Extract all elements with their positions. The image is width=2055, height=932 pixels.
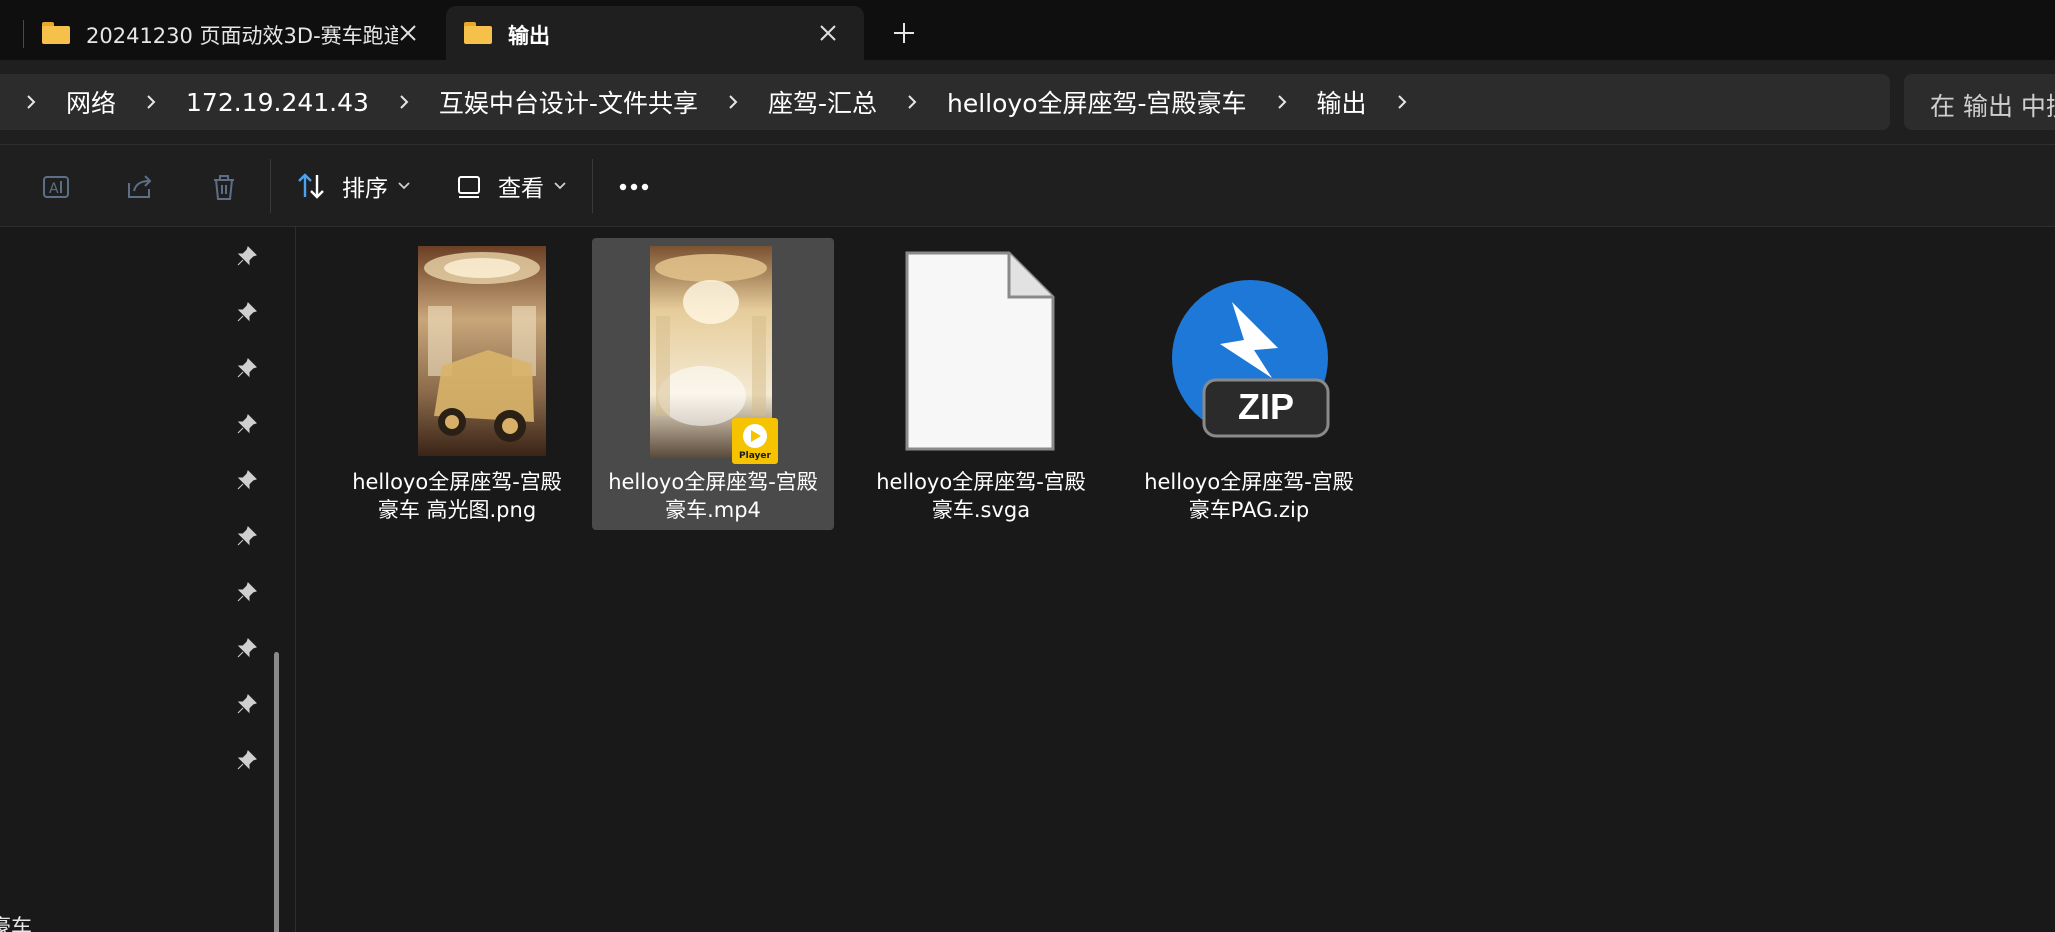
chevron-right-icon[interactable] bbox=[20, 94, 42, 110]
search-placeholder: 在 输出 中搜索 bbox=[1930, 92, 2055, 121]
tab-separator bbox=[23, 20, 24, 48]
pin-icon[interactable] bbox=[236, 357, 258, 379]
address-row: 网络 172.19.241.43 互娱中台设计-文件共享 座驾-汇总 hello… bbox=[0, 60, 2055, 145]
file-name: helloyo全屏座驾-宫殿 豪车 高光图.png bbox=[336, 468, 578, 524]
sort-button[interactable]: 排序 bbox=[296, 161, 410, 211]
tab-title: 输出 bbox=[508, 24, 550, 48]
breadcrumb-item[interactable]: 互娱中台设计-文件共享 bbox=[415, 84, 722, 120]
chevron-right-icon[interactable] bbox=[393, 94, 415, 110]
folder-icon bbox=[464, 22, 492, 44]
breadcrumb[interactable]: 网络 172.19.241.43 互娱中台设计-文件共享 座驾-汇总 hello… bbox=[0, 74, 1890, 130]
zip-archive-icon: ZIP bbox=[1168, 278, 1330, 442]
view-label: 查看 bbox=[498, 176, 544, 202]
chevron-down-icon bbox=[398, 182, 410, 190]
player-badge-icon: Player bbox=[732, 418, 778, 464]
pin-icon[interactable] bbox=[236, 581, 258, 603]
breadcrumb-item[interactable]: 172.19.241.43 bbox=[162, 88, 393, 117]
file-name-line: helloyo全屏座驾-宫殿 bbox=[1144, 470, 1354, 494]
file-name-line: 豪车.svga bbox=[931, 498, 1031, 522]
svg-text:A: A bbox=[49, 181, 59, 197]
breadcrumb-item[interactable]: 网络 bbox=[42, 84, 140, 120]
tab-strip: 20241230 页面动效3D-赛车跑道 输出 bbox=[0, 0, 2055, 60]
tab-output[interactable]: 输出 bbox=[446, 6, 864, 60]
pin-icon[interactable] bbox=[236, 469, 258, 491]
chevron-right-icon[interactable] bbox=[1391, 94, 1413, 110]
sort-label: 排序 bbox=[342, 176, 388, 202]
pin-icon[interactable] bbox=[236, 245, 258, 267]
file-name-line: helloyo全屏座驾-宫殿 bbox=[608, 470, 818, 494]
file-name-line: helloyo全屏座驾-宫殿 bbox=[352, 470, 562, 494]
view-button[interactable]: 查看 bbox=[454, 161, 566, 211]
toolbar-separator bbox=[270, 159, 271, 213]
pin-icon[interactable] bbox=[236, 693, 258, 715]
navigation-pane: 豪车 bbox=[0, 227, 296, 932]
file-list: helloyo全屏座驾-宫殿 豪车 高光图.png Player helloyo… bbox=[297, 227, 2055, 932]
pin-icon[interactable] bbox=[236, 525, 258, 547]
close-icon[interactable] bbox=[392, 17, 424, 49]
folder-icon bbox=[42, 22, 70, 44]
plus-icon bbox=[894, 23, 914, 43]
file-name-line: 豪车PAG.zip bbox=[1188, 498, 1310, 522]
chevron-right-icon[interactable] bbox=[140, 94, 162, 110]
chevron-right-icon[interactable] bbox=[901, 94, 923, 110]
breadcrumb-item[interactable]: 座驾-汇总 bbox=[744, 84, 901, 120]
pin-icon[interactable] bbox=[236, 301, 258, 323]
file-item-png[interactable]: helloyo全屏座驾-宫殿 豪车 高光图.png bbox=[336, 238, 578, 530]
more-icon[interactable] bbox=[614, 167, 654, 207]
tab-title: 20241230 页面动效3D-赛车跑道 bbox=[86, 24, 398, 48]
file-item-svga[interactable]: helloyo全屏座驾-宫殿 豪车.svga bbox=[860, 238, 1102, 530]
command-bar: A 排序 查看 bbox=[0, 145, 2055, 227]
file-name-line: 豪车.mp4 bbox=[665, 498, 761, 522]
nav-item-label[interactable]: 豪车 bbox=[0, 911, 32, 932]
nav-scrollbar[interactable] bbox=[274, 652, 279, 932]
file-name: helloyo全屏座驾-宫殿 豪车PAG.zip bbox=[1128, 468, 1370, 524]
view-icon bbox=[458, 176, 480, 198]
toolbar-separator bbox=[592, 159, 593, 213]
tab-20241230[interactable]: 20241230 页面动效3D-赛车跑道 bbox=[23, 6, 440, 60]
file-item-mp4[interactable]: Player helloyo全屏座驾-宫殿 豪车.mp4 bbox=[592, 238, 834, 530]
file-name: helloyo全屏座驾-宫殿 豪车.svga bbox=[860, 468, 1102, 524]
pin-icon[interactable] bbox=[236, 637, 258, 659]
breadcrumb-item[interactable]: helloyo全屏座驾-宫殿豪车 bbox=[923, 84, 1271, 120]
sort-icon bbox=[298, 173, 324, 199]
new-tab-button[interactable] bbox=[884, 15, 924, 51]
close-icon[interactable] bbox=[812, 17, 844, 49]
document-icon bbox=[905, 251, 1055, 451]
zip-badge-label: ZIP bbox=[1237, 386, 1294, 427]
trash-icon[interactable] bbox=[204, 167, 244, 207]
breadcrumb-item-current[interactable]: 输出 bbox=[1293, 84, 1391, 120]
rename-icon[interactable]: A bbox=[36, 167, 76, 207]
chevron-right-icon[interactable] bbox=[1271, 94, 1293, 110]
chevron-down-icon bbox=[554, 182, 566, 190]
search-input[interactable]: 在 输出 中搜索 bbox=[1904, 74, 2055, 130]
file-name: helloyo全屏座驾-宫殿 豪车.mp4 bbox=[592, 468, 834, 524]
pin-icon[interactable] bbox=[236, 749, 258, 771]
file-name-line: 豪车 高光图.png bbox=[377, 498, 537, 522]
chevron-right-icon[interactable] bbox=[722, 94, 744, 110]
pin-icon[interactable] bbox=[236, 413, 258, 435]
image-thumbnail bbox=[418, 246, 546, 456]
file-item-zip[interactable]: ZIP helloyo全屏座驾-宫殿 豪车PAG.zip bbox=[1128, 238, 1370, 530]
player-badge-label: Player bbox=[739, 451, 771, 461]
share-icon[interactable] bbox=[120, 167, 160, 207]
file-name-line: helloyo全屏座驾-宫殿 bbox=[876, 470, 1086, 494]
